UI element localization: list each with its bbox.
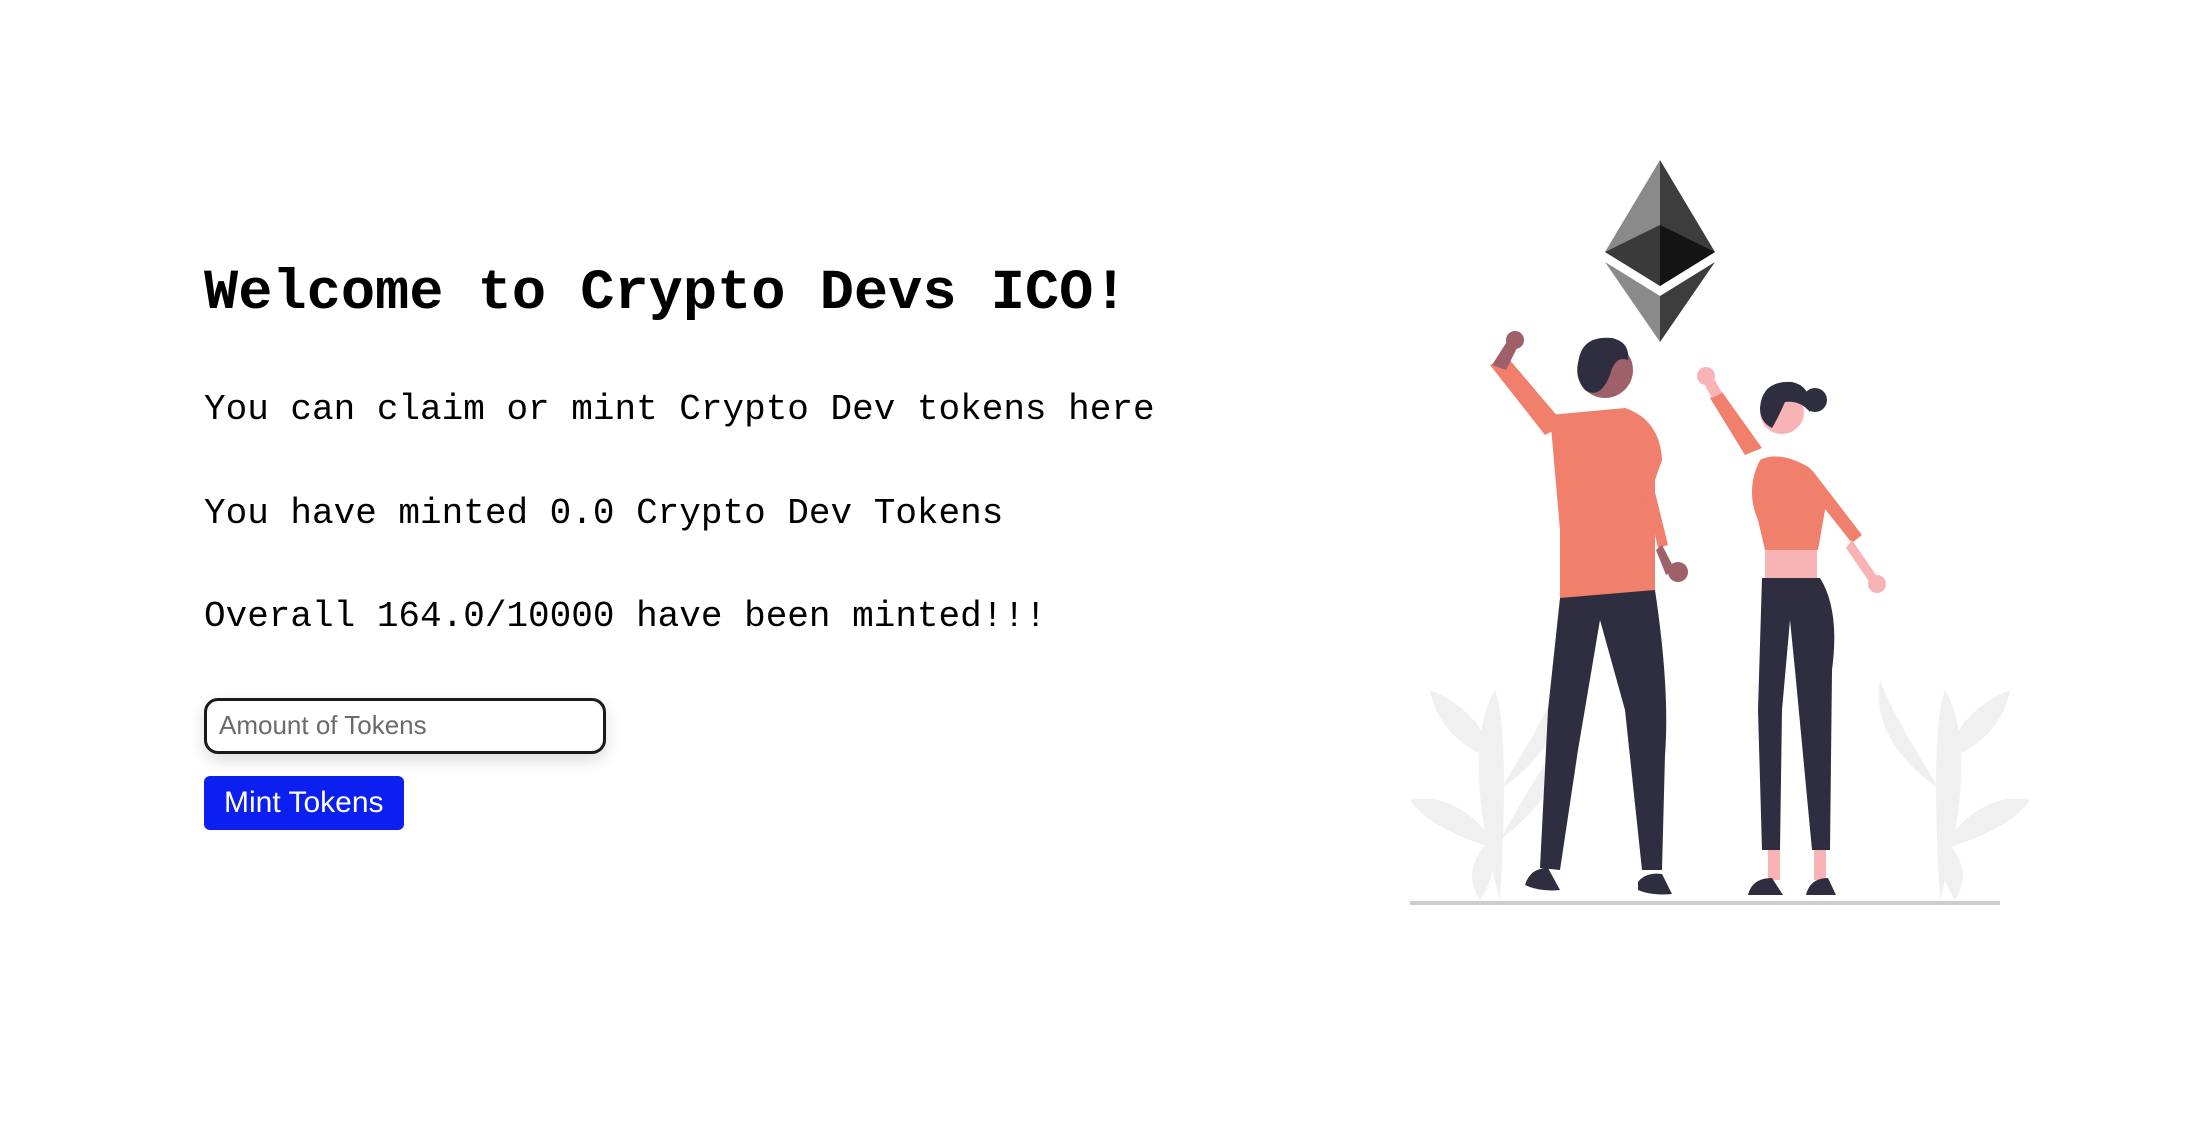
people-cheering-ethereum-illustration [1410,160,2030,905]
page-title: Welcome to Crypto Devs ICO! [204,262,1128,326]
ethereum-logo-icon [1605,160,1715,342]
woman-figure [1697,367,1886,895]
token-amount-input[interactable] [204,697,606,754]
user-minted-text: You have minted 0.0 Crypto Dev Tokens [204,492,1004,534]
description-text: You can claim or mint Crypto Dev tokens … [204,389,1155,431]
leaf-decoration-right [1878,680,2030,900]
total-minted-text: Overall 164.0/10000 have been minted!!! [204,595,1047,637]
main-content: Welcome to Crypto Devs ICO! You can clai… [204,260,1354,830]
mint-tokens-button[interactable]: Mint Tokens [204,775,404,830]
page: Welcome to Crypto Devs ICO! You can clai… [0,0,2194,1122]
